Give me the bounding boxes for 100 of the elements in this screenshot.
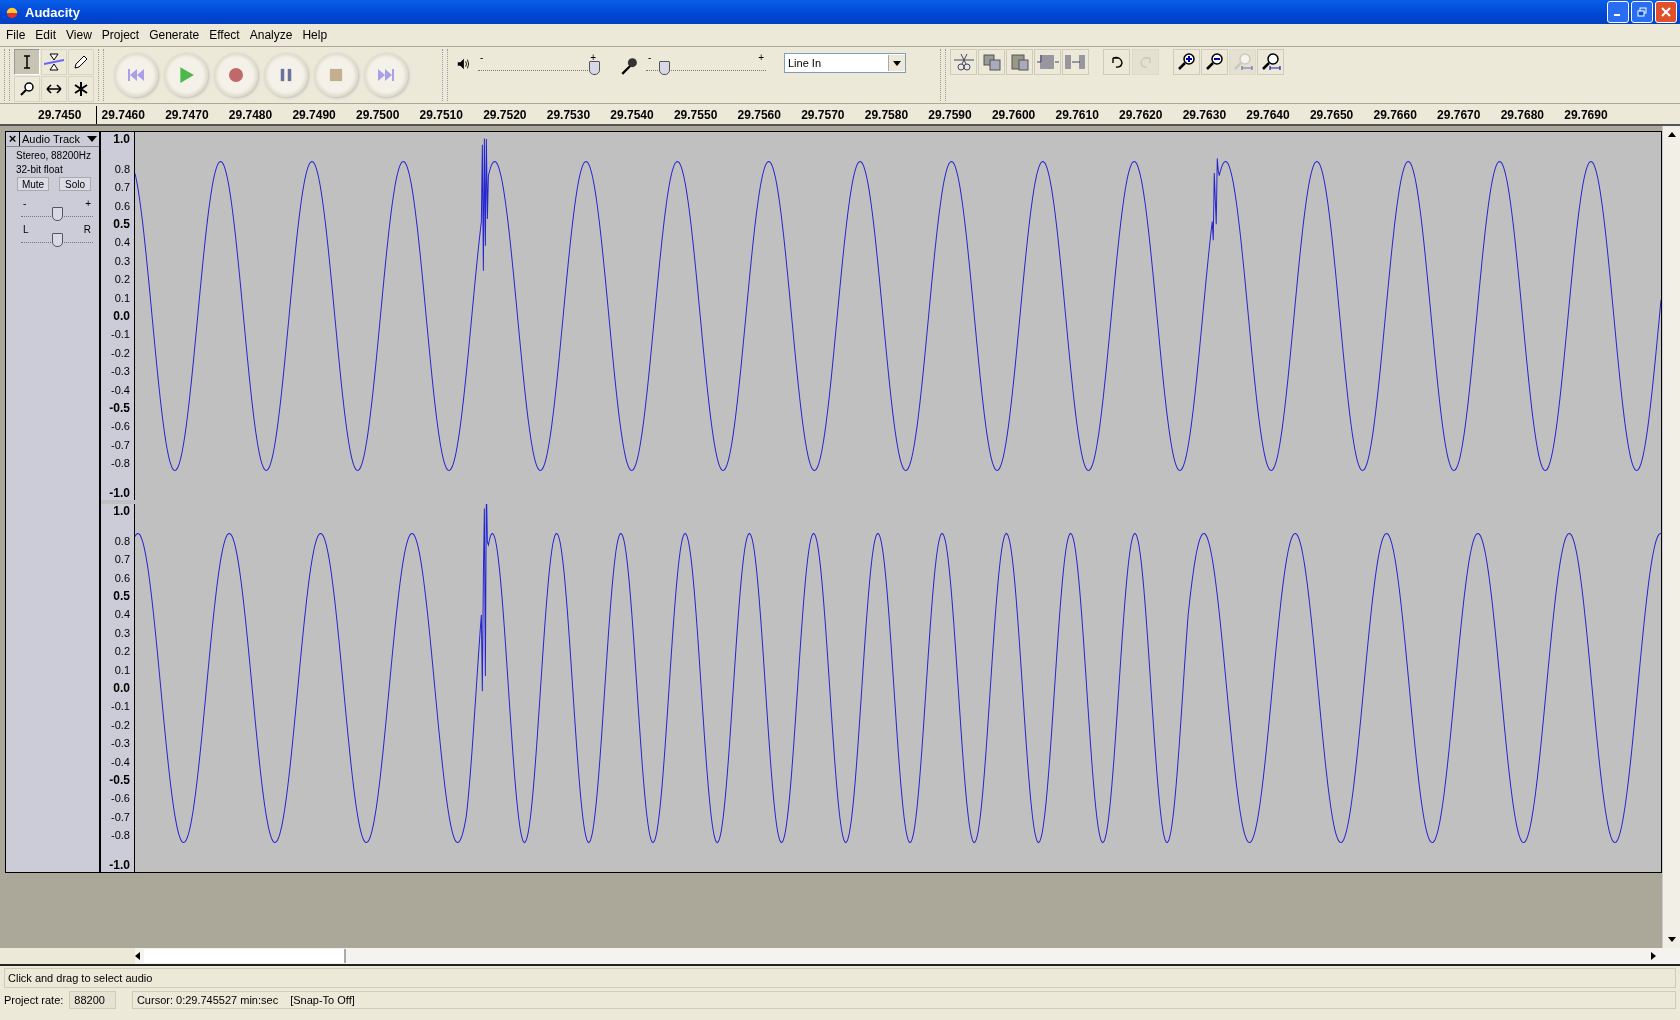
time-label: 29.7600 bbox=[991, 108, 1037, 124]
input-source-dropdown[interactable]: Line In bbox=[784, 53, 906, 73]
menu-item[interactable]: File bbox=[2, 26, 30, 44]
close-button[interactable]: × bbox=[6, 132, 20, 146]
slider-thumb[interactable] bbox=[589, 61, 601, 75]
edit-button[interactable] bbox=[1006, 49, 1033, 75]
amplitude-label: -0.4 bbox=[111, 755, 130, 768]
restore-button[interactable] bbox=[1631, 1, 1653, 23]
track-info: 32-bit float bbox=[15, 163, 64, 175]
menu-item[interactable]: Effect bbox=[205, 26, 244, 44]
menu-item[interactable]: Edit bbox=[31, 26, 61, 44]
skip-end-icon bbox=[376, 67, 396, 83]
stop-icon bbox=[329, 68, 343, 82]
magnifier-icon bbox=[1260, 52, 1281, 72]
tool-button[interactable] bbox=[68, 76, 94, 102]
time-label: 29.7450 bbox=[38, 108, 83, 124]
menu-item[interactable]: View bbox=[62, 26, 96, 44]
time-label: 29.7530 bbox=[546, 108, 592, 124]
edit-button[interactable] bbox=[1034, 49, 1061, 75]
amplitude-label: 0.5 bbox=[113, 217, 130, 231]
time-label: 29.7500 bbox=[355, 108, 401, 124]
time-label: 29.7650 bbox=[1309, 108, 1355, 124]
menu-item[interactable]: Generate bbox=[145, 26, 204, 44]
left-arrow-icon bbox=[135, 952, 140, 960]
tool-button[interactable] bbox=[68, 49, 94, 75]
time-label: 29.7620 bbox=[1119, 108, 1164, 124]
time-label: 29.7490 bbox=[292, 108, 337, 124]
solo-button[interactable]: Solo bbox=[59, 177, 91, 191]
menu-item[interactable]: Analyze bbox=[245, 26, 297, 44]
zoom-button[interactable] bbox=[1173, 49, 1200, 75]
amplitude-label: -0.4 bbox=[111, 383, 130, 396]
clipboard-icon bbox=[1009, 52, 1030, 72]
menu-item[interactable]: Help bbox=[298, 26, 332, 44]
time-label: 29.7690 bbox=[1564, 108, 1609, 124]
time-label: 29.7660 bbox=[1373, 108, 1418, 124]
track-info: Stereo, 88200Hz bbox=[15, 149, 93, 161]
time-label: 29.7560 bbox=[737, 108, 782, 124]
tool-button[interactable] bbox=[41, 76, 67, 102]
slider-thumb[interactable] bbox=[659, 61, 670, 75]
amplitude-label: -0.3 bbox=[111, 365, 130, 378]
track-menu-button[interactable]: Audio Track bbox=[20, 132, 99, 146]
zoom-button[interactable] bbox=[1257, 49, 1284, 75]
zoom-button[interactable] bbox=[1201, 49, 1228, 75]
amplitude-label: -1.0 bbox=[109, 858, 130, 872]
amplitude-label: 1.0 bbox=[113, 504, 130, 518]
time-label: 29.7680 bbox=[1500, 108, 1546, 124]
time-label: 29.7520 bbox=[483, 108, 528, 124]
edit-button[interactable] bbox=[978, 49, 1005, 75]
speaker-icon bbox=[456, 57, 470, 71]
transport-button[interactable] bbox=[264, 53, 308, 97]
time-label: 29.7510 bbox=[419, 108, 464, 124]
amplitude-label: -0.6 bbox=[111, 792, 130, 805]
amplitude-label: -0.6 bbox=[111, 420, 130, 433]
timeline-ruler[interactable]: 29.7450 29.7460 29.7470 29.7480 29.7490 29.7500 29.7510 29.7520 29.7530 29.7540 29.7550 29.7560 29.7570 29.7580 29.7590 29.7600 29.7610 29.7620 29.7630 29.7640 29.7650 29.7660 29.7670 29.7680 29.7690 bbox=[0, 104, 1680, 126]
horizontal-scrollbar[interactable] bbox=[0, 948, 1680, 966]
minimize-button[interactable] bbox=[1607, 1, 1629, 23]
menu-item[interactable]: Project bbox=[97, 26, 144, 44]
amplitude-label: -0.7 bbox=[111, 438, 130, 451]
amplitude-label: 0.8 bbox=[114, 534, 130, 547]
time-label: 29.7570 bbox=[801, 108, 846, 124]
undo-button[interactable] bbox=[1103, 49, 1130, 75]
amplitude-label: -0.8 bbox=[111, 829, 130, 842]
amplitude-label: 0.7 bbox=[114, 553, 130, 566]
zoom-in-icon bbox=[1176, 52, 1197, 72]
edit-button[interactable] bbox=[950, 49, 977, 75]
caret-icon bbox=[87, 136, 97, 142]
amplitude-label: 1.0 bbox=[113, 132, 130, 146]
asterisk-icon bbox=[73, 81, 89, 97]
close-button[interactable] bbox=[1655, 1, 1677, 23]
amplitude-label: 0.8 bbox=[114, 162, 130, 175]
tool-button[interactable] bbox=[14, 76, 40, 102]
magnifier-icon bbox=[1232, 52, 1253, 72]
close-icon bbox=[1661, 7, 1671, 17]
amplitude-label: -0.3 bbox=[111, 737, 130, 750]
caret-icon bbox=[893, 60, 901, 66]
amplitude-label: 0.2 bbox=[114, 273, 130, 286]
time-label: 29.7480 bbox=[228, 108, 274, 124]
vertical-scrollbar[interactable] bbox=[1662, 126, 1680, 948]
skip-start-icon bbox=[126, 67, 146, 83]
cursor-position-text: Cursor: 0:29.745527 min:sec bbox=[136, 994, 279, 1006]
amplitude-label: -0.2 bbox=[111, 346, 130, 359]
down-arrow-icon bbox=[1667, 937, 1676, 942]
amplitude-label: -0.1 bbox=[111, 700, 130, 713]
tool-button[interactable] bbox=[41, 49, 67, 75]
copy-icon bbox=[981, 52, 1002, 72]
amplitude-label: 0.1 bbox=[114, 291, 130, 304]
mute-button[interactable]: Mute bbox=[17, 177, 49, 191]
transport-button[interactable] bbox=[214, 53, 258, 97]
time-label: 29.7640 bbox=[1246, 108, 1291, 124]
time-label: 29.7630 bbox=[1182, 108, 1228, 124]
tool-button[interactable] bbox=[14, 49, 40, 75]
pause-icon bbox=[279, 68, 293, 82]
slider-thumb[interactable] bbox=[52, 233, 63, 247]
envelope-icon bbox=[44, 52, 64, 72]
time-label: 29.7460 bbox=[101, 108, 146, 124]
project-rate-field[interactable]: 88200 bbox=[69, 991, 116, 1009]
slider-thumb[interactable] bbox=[52, 207, 63, 221]
amplitude-label: 0.3 bbox=[114, 626, 130, 639]
time-label: 29.7670 bbox=[1437, 108, 1482, 124]
amplitude-label: -0.8 bbox=[111, 457, 130, 470]
